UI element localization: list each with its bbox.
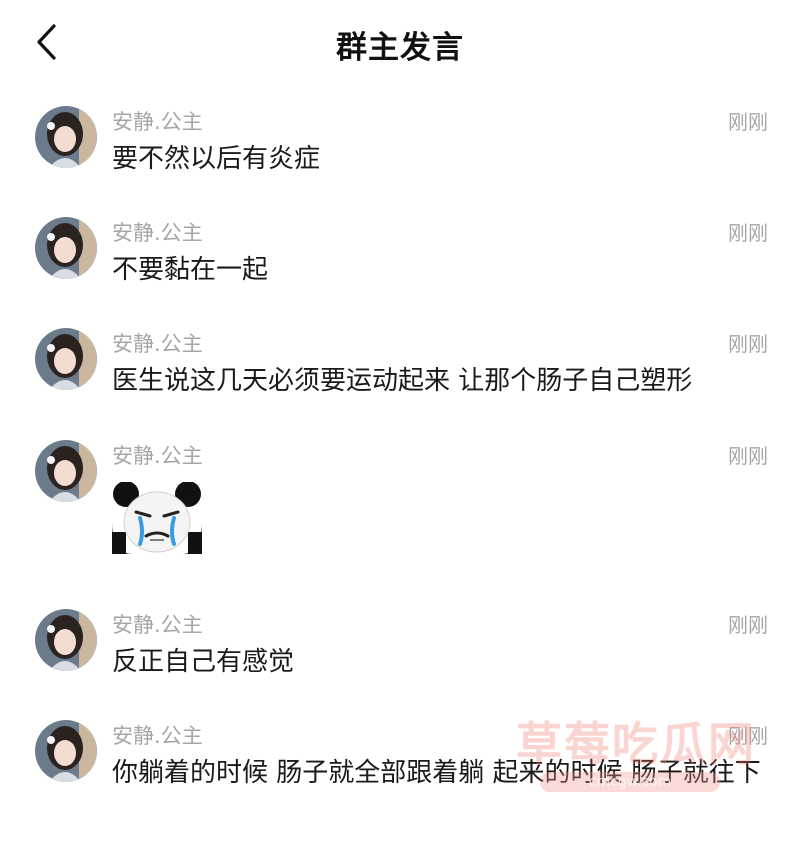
message-text: 不要黏在一起 [112, 255, 269, 285]
avatar[interactable] [35, 217, 97, 279]
message-time: 刚刚 [728, 221, 768, 245]
message-text: 你躺着的时候 肠子就全部跟着躺 起来的时候 肠子就往下 [112, 758, 761, 788]
message-time: 刚刚 [728, 444, 768, 468]
avatar[interactable] [35, 106, 97, 168]
avatar[interactable] [35, 328, 97, 390]
message-time: 刚刚 [728, 332, 768, 356]
sticker-image[interactable] [112, 481, 202, 554]
message-time: 刚刚 [728, 110, 768, 134]
page-title: 群主发言 [336, 30, 464, 66]
message-text: 要不然以后有炎症 [112, 144, 321, 174]
message-time: 刚刚 [728, 613, 768, 637]
message-text: 医生说这几天必须要运动起来 让那个肠子自己塑形 [112, 366, 693, 396]
top-bar: 群主发言 [0, 0, 800, 84]
avatar[interactable] [35, 440, 97, 502]
avatar[interactable] [35, 720, 97, 782]
sender-name[interactable]: 安静.公主 [112, 720, 203, 750]
panda-crying-meme-icon [112, 481, 202, 554]
sender-name[interactable]: 安静.公主 [112, 328, 203, 358]
sender-name[interactable]: 安静.公主 [112, 106, 203, 136]
sender-name[interactable]: 安静.公主 [112, 440, 203, 470]
avatar[interactable] [35, 609, 97, 671]
sender-name[interactable]: 安静.公主 [112, 217, 203, 247]
sender-name[interactable]: 安静.公主 [112, 609, 203, 639]
message-time: 刚刚 [728, 724, 768, 748]
message-text: 反正自己有感觉 [112, 647, 295, 677]
